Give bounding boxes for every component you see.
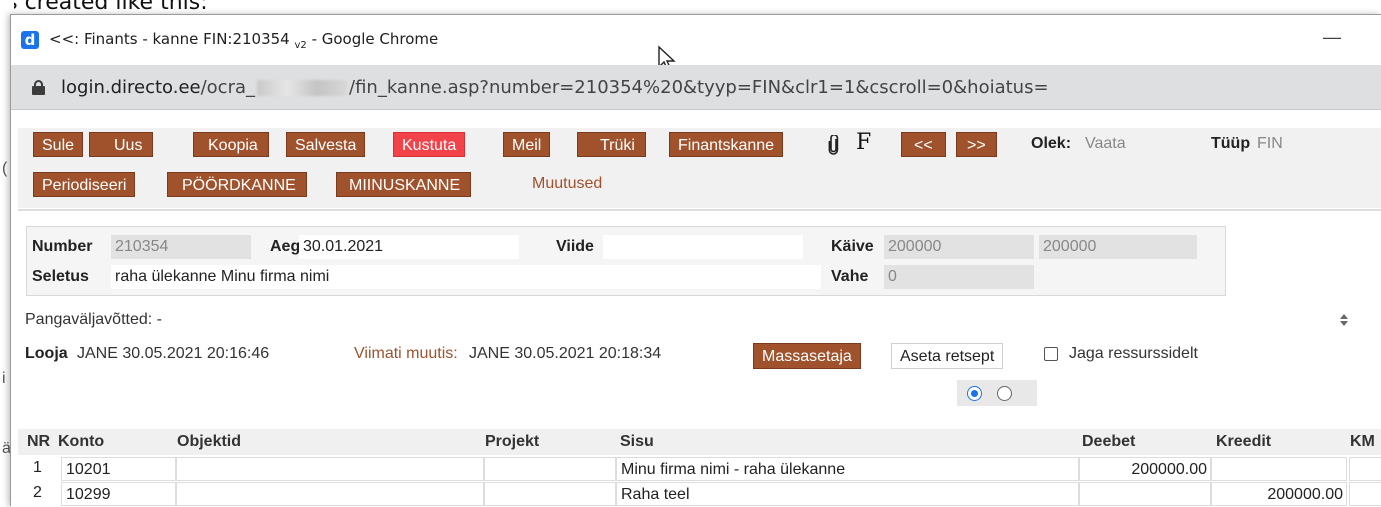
address-bar[interactable]: login.directo.ee/ocra_ /fin_kanne.asp?num… <box>11 65 1381 110</box>
jaga-label: Jaga ressurssidelt <box>1069 345 1198 362</box>
projekt-cell[interactable] <box>484 457 616 481</box>
olek-label: Olek: <box>1031 135 1072 152</box>
column-header-projekt: Projekt <box>485 433 540 450</box>
muutused-link[interactable]: Muutused <box>532 175 602 193</box>
background-fragment: i <box>2 370 6 387</box>
viide-label: Viide <box>556 238 594 255</box>
poordkanne-button[interactable]: PÖÖRDKANNE <box>167 172 307 197</box>
background-caption: is created like this: <box>0 0 208 15</box>
aeg-label: Aeg <box>270 238 301 255</box>
jaga-checkbox[interactable] <box>1044 347 1058 361</box>
url-host: login.directo.ee <box>61 76 201 98</box>
view-radio-2[interactable] <box>997 386 1012 401</box>
sort-icon[interactable] <box>1339 313 1349 327</box>
url-path-start: /ocra_ <box>200 76 256 98</box>
url-text[interactable]: login.directo.ee/ocra_ /fin_kanne.asp?num… <box>61 77 1049 98</box>
sisu-cell[interactable]: Minu firma nimi - raha ülekanne <box>616 457 1079 481</box>
sule-button[interactable]: Sule <box>33 132 84 157</box>
periodiseeri-button[interactable]: Periodiseeri <box>33 172 136 197</box>
row-number: 2 <box>33 484 42 501</box>
url-path-end: /fin_kanne.asp?number=210354%20&tyyp=FIN… <box>349 76 1049 98</box>
url-redacted <box>257 79 348 96</box>
column-header-konto: Konto <box>58 433 105 450</box>
aeg-field[interactable]: 30.01.2021 <box>299 235 519 259</box>
viide-field[interactable] <box>603 235 803 259</box>
view-radio-1[interactable] <box>967 386 982 401</box>
viimati-label: Viimati muutis: <box>354 345 458 362</box>
objektid-cell[interactable] <box>176 457 484 481</box>
view-radio-group <box>957 380 1037 406</box>
projekt-cell[interactable] <box>484 482 616 506</box>
column-header-deebet: Deebet <box>1082 433 1136 450</box>
row-number: 1 <box>33 459 42 476</box>
kustuta-button[interactable]: Kustuta <box>393 132 466 157</box>
window-title-version: v2 <box>294 39 307 51</box>
uus-button[interactable]: Uus <box>89 132 154 157</box>
konto-cell[interactable]: 10299 <box>61 482 176 506</box>
viimati-value: JANE 30.05.2021 20:18:34 <box>469 345 662 362</box>
divider <box>18 209 1381 211</box>
deebet-cell[interactable] <box>1079 482 1211 506</box>
koopia-button[interactable]: Koopia <box>193 132 269 157</box>
salvesta-button[interactable]: Salvesta <box>286 132 366 157</box>
window-title-app: - Google Chrome <box>311 29 439 48</box>
tyyp-label: Tüüp <box>1211 135 1251 152</box>
column-header-sisu: Sisu <box>620 433 654 450</box>
massasetaja-button[interactable]: Massasetaja <box>753 343 861 369</box>
finantskanne-button[interactable]: Finantskanne <box>669 132 784 157</box>
vahe-field: 0 <box>884 265 1034 289</box>
number-field[interactable]: 210354 <box>111 235 251 259</box>
kreedit-cell[interactable]: 200000.00 <box>1211 482 1347 506</box>
column-header-nr: NR <box>27 433 51 450</box>
konto-cell[interactable]: 10201 <box>61 457 176 481</box>
kaive-field-2: 200000 <box>1039 235 1197 259</box>
kreedit-cell[interactable] <box>1211 457 1347 481</box>
title-bar: d <<: Finants - kanne FIN:210354 v2 - Go… <box>11 15 1381 65</box>
aseta-retsept-button[interactable]: Aseta retsept <box>891 343 1004 369</box>
window-title-main: <<: Finants - kanne FIN:210354 <box>49 29 290 48</box>
lock-icon <box>32 79 45 95</box>
kaive-label: Käive <box>831 238 874 255</box>
sisu-cell[interactable]: Raha teel <box>616 482 1079 506</box>
seletus-label: Seletus <box>32 268 89 285</box>
next-button[interactable]: >> <box>956 132 997 157</box>
olek-value: Vaata <box>1085 135 1126 152</box>
window-title: <<: Finants - kanne FIN:210354 v2 - Goog… <box>49 30 438 51</box>
previous-button[interactable]: << <box>901 132 946 157</box>
kaive-field-1: 200000 <box>884 235 1034 259</box>
looja-value: JANE 30.05.2021 20:16:46 <box>77 345 270 362</box>
miinuskanne-button[interactable]: MIINUSKANNE <box>336 172 472 197</box>
looja-label: Looja <box>25 345 68 362</box>
objektid-cell[interactable] <box>176 482 484 506</box>
pangavaljavotted-text: Pangaväljavõtted: - <box>25 311 162 328</box>
minimize-button[interactable]: — <box>1323 27 1341 48</box>
column-header-objektid: Objektid <box>177 433 242 450</box>
number-label: Number <box>32 238 93 255</box>
km-cell[interactable] <box>1349 457 1381 481</box>
vahe-label: Vahe <box>831 268 869 285</box>
tyyp-value: FIN <box>1257 135 1283 152</box>
seletus-field[interactable]: raha ülekanne Minu firma nimi <box>111 265 821 289</box>
km-cell[interactable] <box>1349 482 1381 506</box>
column-header-km: KM <box>1350 433 1375 450</box>
page-content: Sule Uus Koopia Salvesta Kustuta Meil Tr… <box>11 111 1381 507</box>
column-header-kreedit: Kreedit <box>1216 433 1272 450</box>
f-button[interactable]: F <box>856 130 871 155</box>
directo-logo-icon: d <box>21 31 39 49</box>
background-fragment: ( <box>2 160 8 177</box>
paperclip-icon[interactable] <box>828 135 840 155</box>
deebet-cell[interactable]: 200000.00 <box>1079 457 1211 481</box>
meil-button[interactable]: Meil <box>503 132 551 157</box>
truki-button[interactable]: Trüki <box>577 132 646 157</box>
browser-window: d <<: Finants - kanne FIN:210354 v2 - Go… <box>10 14 1381 507</box>
